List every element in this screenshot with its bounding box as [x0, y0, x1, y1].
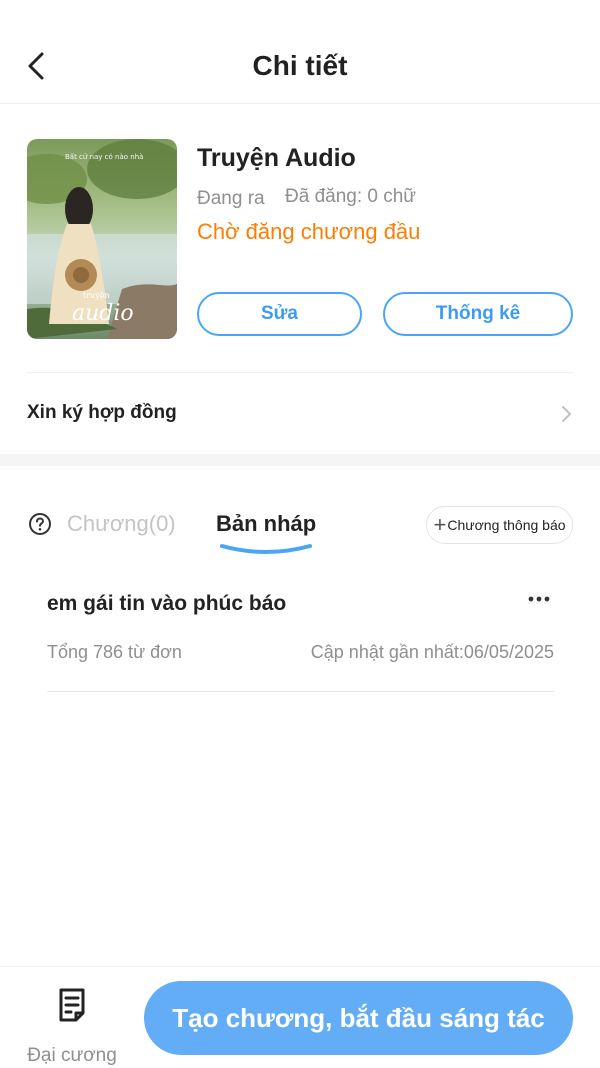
- waiting-status: Chờ đăng chương đầu: [197, 219, 421, 244]
- edit-button[interactable]: Sửa: [197, 292, 362, 336]
- section-separator: [0, 454, 600, 466]
- plus-icon: +: [433, 512, 447, 537]
- bottom-action-bar: Đại cương Tạo chương, bắt đầu sáng tác: [0, 966, 600, 1068]
- chapter-tabs: Chương(0) Bản nháp + Chương thông báo: [0, 466, 600, 566]
- divider: [27, 372, 573, 373]
- add-notice-chapter-button[interactable]: + Chương thông báo: [426, 506, 573, 544]
- add-notice-chapter-label: Chương thông báo: [447, 517, 566, 533]
- book-info-section: Bất cứ nay có nào nhà truyện audio Truyệ…: [0, 104, 600, 454]
- statistics-button[interactable]: Thống kê: [383, 292, 573, 336]
- more-horizontal-icon[interactable]: [522, 585, 556, 615]
- outline-label: Đại cương: [27, 1045, 117, 1066]
- active-tab-indicator: [220, 544, 312, 554]
- page-title: Chi tiết: [252, 50, 348, 81]
- list-item[interactable]: em gái tin vào phúc báo Tổng 786 từ đơn …: [47, 585, 554, 692]
- outline-button[interactable]: Đại cương: [20, 981, 124, 1066]
- contract-request-row[interactable]: Xin ký hợp đồng: [0, 374, 600, 454]
- book-word-count: Đã đăng: 0 chữ: [285, 186, 417, 207]
- book-title: Truyện Audio: [197, 144, 356, 172]
- draft-word-count: Tổng 786 từ đơn: [47, 642, 182, 662]
- cover-art-text: audio: [72, 301, 134, 326]
- book-cover-image[interactable]: Bất cứ nay có nào nhà truyện audio: [27, 139, 177, 339]
- cover-art-small-text: truyện: [83, 291, 110, 300]
- tab-drafts[interactable]: Bản nháp: [216, 511, 316, 537]
- contract-label: Xin ký hợp đồng: [27, 402, 177, 423]
- document-icon: [59, 988, 85, 1022]
- draft-updated-date: Cập nhật gần nhất:06/05/2025: [310, 642, 554, 662]
- book-status: Đang ra: [197, 188, 265, 209]
- question-circle-icon[interactable]: [28, 512, 52, 536]
- cover-caption: Bất cứ nay có nào nhà: [65, 153, 144, 161]
- chevron-right-icon: [562, 406, 571, 422]
- tab-chapters[interactable]: Chương(0): [67, 511, 176, 537]
- top-bar: Chi tiết: [0, 0, 600, 104]
- draft-title: em gái tin vào phúc báo: [47, 592, 287, 615]
- create-chapter-button[interactable]: Tạo chương, bắt đầu sáng tác: [144, 981, 573, 1055]
